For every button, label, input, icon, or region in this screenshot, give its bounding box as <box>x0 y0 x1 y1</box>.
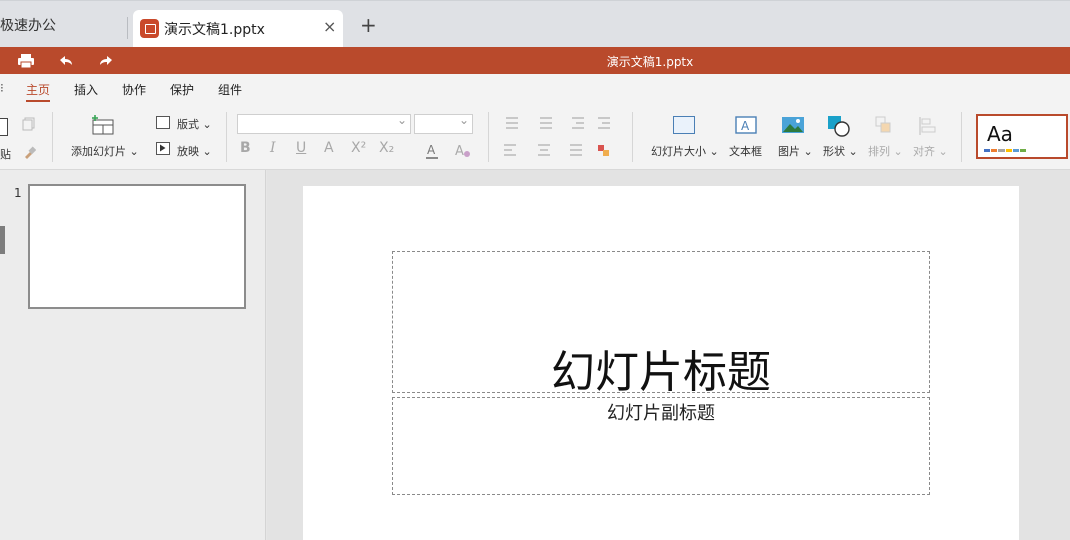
add-slide-button[interactable]: 添加幻灯片 ⌄ <box>71 143 139 159</box>
shape-label: 形状 <box>823 145 845 158</box>
list-controls[interactable] <box>502 115 628 131</box>
subscript-button[interactable]: X₂ <box>379 140 394 156</box>
copy-icon[interactable] <box>22 116 36 131</box>
theme-selector[interactable]: Aa <box>976 114 1068 159</box>
theme-color-swatch <box>1019 149 1027 152</box>
tab-title: 演示文稿1.pptx <box>164 22 265 38</box>
format-painter-icon[interactable] <box>22 144 37 159</box>
panel-scroll-indicator[interactable] <box>0 226 5 254</box>
presentation-icon <box>140 19 159 38</box>
slide-size-label: 幻灯片大小 <box>651 145 706 158</box>
picture-button[interactable]: 图片 ⌄ <box>778 143 813 159</box>
tab-strip: 极速办公 演示文稿1.pptx × + <box>0 0 1070 48</box>
play-button[interactable]: 放映 ⌄ <box>177 143 212 159</box>
picture-label: 图片 <box>778 145 800 158</box>
underline-button[interactable]: U <box>296 140 306 156</box>
tab-separator <box>127 17 128 39</box>
close-tab-icon[interactable]: × <box>323 17 336 36</box>
svg-text:A: A <box>427 143 436 157</box>
ribbon-separator <box>52 112 53 162</box>
bold-button[interactable]: B <box>240 140 251 156</box>
menu-tab-protect[interactable]: 保护 <box>170 81 194 98</box>
arrange-button[interactable]: 排列 ⌄ <box>868 143 903 159</box>
align-button[interactable]: 对齐 ⌄ <box>913 143 948 159</box>
undo-icon[interactable] <box>55 51 77 71</box>
align-objects-icon <box>918 116 938 136</box>
theme-color-swatch <box>984 149 991 152</box>
redo-icon[interactable] <box>95 51 117 71</box>
new-tab-button[interactable]: + <box>360 15 377 35</box>
menu-bar: ⁝ 主页 插入 协作 保护 组件 <box>0 74 1070 104</box>
font-family-select[interactable] <box>237 113 411 134</box>
shape-icon <box>827 115 851 137</box>
arrange-icon <box>875 116 893 136</box>
menu-tab-insert[interactable]: 插入 <box>74 81 98 98</box>
ribbon-separator <box>961 112 962 162</box>
app-window: 极速办公 演示文稿1.pptx × + 演示文稿1.pptx ⁝ 主页 插入 协… <box>0 0 1070 540</box>
paste-label: 贴 <box>0 148 11 161</box>
layout-icon <box>156 116 170 129</box>
play-icon <box>156 142 170 155</box>
layout-label: 版式 <box>177 118 199 131</box>
theme-color-swatch <box>991 149 998 152</box>
svg-text:A: A <box>741 119 750 133</box>
ribbon-separator <box>488 112 489 162</box>
layout-button[interactable]: 版式 ⌄ <box>177 116 212 132</box>
text-box-icon: A <box>735 115 757 135</box>
theme-preview-text: Aa <box>987 122 1013 146</box>
alignment-controls[interactable] <box>502 142 628 158</box>
slide[interactable]: 幻灯片标题 幻灯片副标题 <box>303 186 1019 540</box>
slides-panel: 1 <box>0 170 266 540</box>
shape-button[interactable]: 形状 ⌄ <box>823 143 858 159</box>
theme-color-swatch <box>998 149 1005 152</box>
align-label: 对齐 <box>913 145 935 158</box>
svg-text:A: A <box>455 144 464 159</box>
play-label: 放映 <box>177 145 199 158</box>
theme-color-bars <box>984 149 1027 152</box>
ribbon-separator <box>226 112 227 162</box>
subtitle-placeholder-text: 幻灯片副标题 <box>607 403 715 424</box>
tab-document[interactable]: 演示文稿1.pptx × <box>133 10 343 48</box>
slide-thumbnail[interactable] <box>28 184 246 309</box>
slide-size-button[interactable]: 幻灯片大小 ⌄ <box>651 143 719 159</box>
subtitle-placeholder[interactable]: 幻灯片副标题 <box>392 397 930 495</box>
ribbon-separator <box>632 112 633 162</box>
arrange-label: 排列 <box>868 145 890 158</box>
print-icon[interactable] <box>15 51 37 71</box>
slide-number: 1 <box>14 186 22 200</box>
add-slide-icon[interactable] <box>90 114 116 136</box>
menu-overflow[interactable]: ⁝ <box>0 81 4 95</box>
clear-format-icon[interactable]: A <box>454 142 472 162</box>
document-title: 演示文稿1.pptx <box>606 55 694 69</box>
menu-tab-collaborate[interactable]: 协作 <box>122 81 146 98</box>
picture-icon <box>781 115 805 135</box>
slide-canvas: 幻灯片标题 幻灯片副标题 <box>267 170 1070 540</box>
ribbon-toolbar: 贴 添加幻灯片 ⌄ 版式 ⌄ 放映 ⌄ B I U A X² X₂ A <box>0 104 1070 170</box>
font-size-select[interactable] <box>414 113 473 134</box>
tab-home-label[interactable]: 极速办公 <box>0 15 56 35</box>
slide-size-icon <box>673 116 695 134</box>
title-bar: 演示文稿1.pptx <box>0 47 1070 74</box>
theme-color-swatch <box>1005 149 1012 152</box>
title-placeholder-text: 幻灯片标题 <box>551 347 771 398</box>
italic-button[interactable]: I <box>270 140 276 156</box>
superscript-button[interactable]: X² <box>351 140 366 156</box>
menu-tab-components[interactable]: 组件 <box>218 81 242 98</box>
active-tab-underline <box>26 100 50 102</box>
menu-tab-home[interactable]: 主页 <box>26 81 50 98</box>
theme-color-swatch <box>1012 149 1019 152</box>
add-slide-label: 添加幻灯片 <box>71 145 126 158</box>
paste-icon[interactable] <box>0 118 8 136</box>
title-placeholder[interactable]: 幻灯片标题 <box>392 251 930 398</box>
text-box-button[interactable]: 文本框 <box>729 143 762 159</box>
strikethrough-button[interactable]: A <box>324 140 334 156</box>
font-color-icon[interactable]: A <box>424 142 442 162</box>
